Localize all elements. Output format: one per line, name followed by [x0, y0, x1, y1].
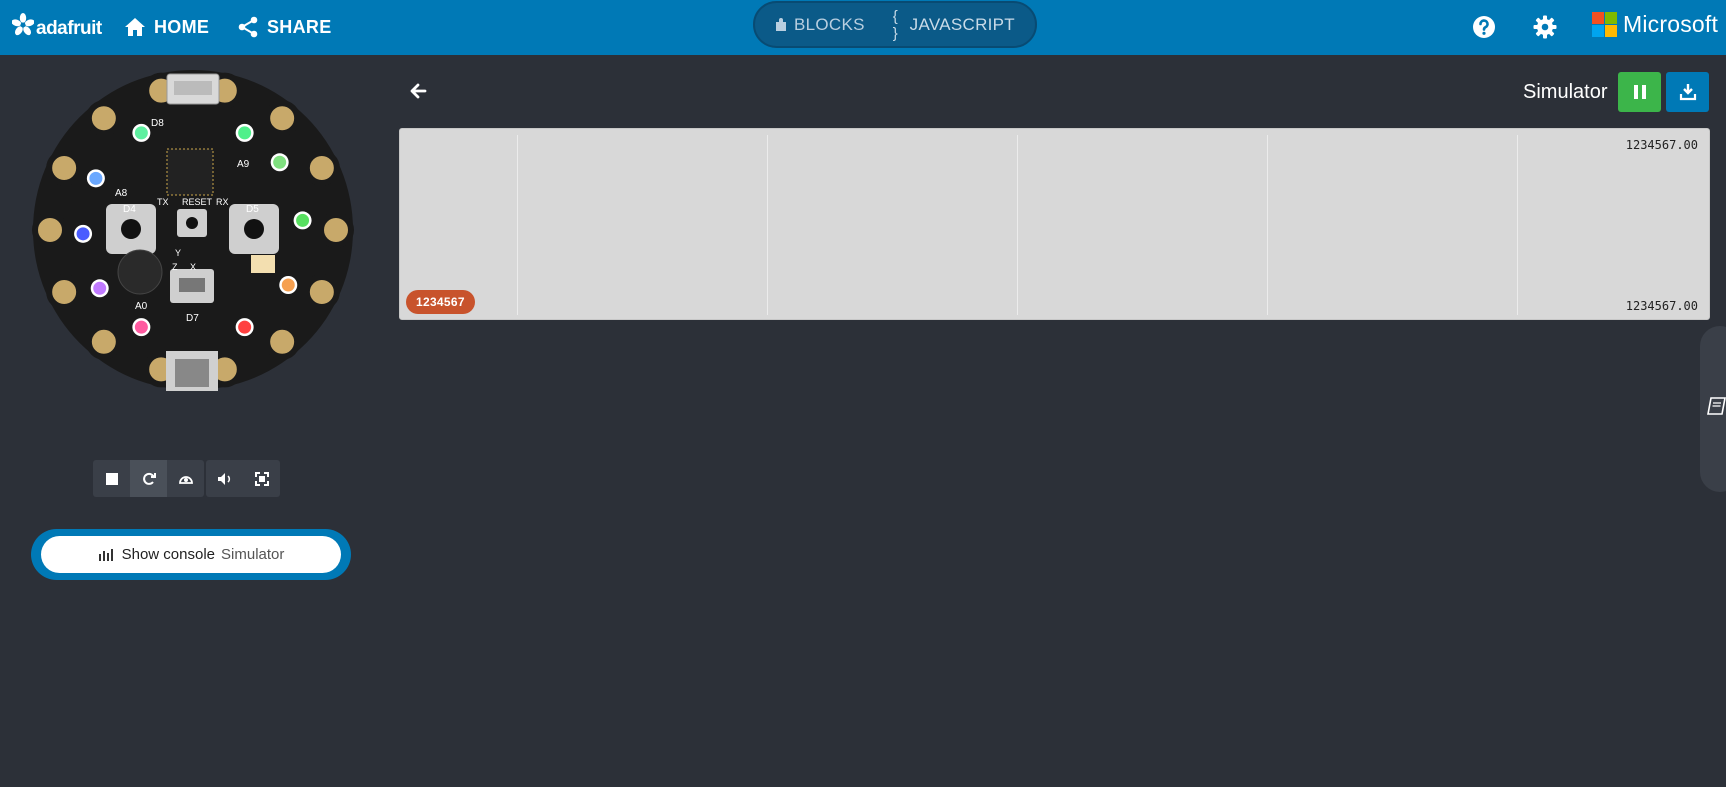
chart-gridline [1517, 135, 1518, 315]
neopixel-led-color [76, 227, 90, 241]
puzzle-icon [776, 17, 786, 31]
adafruit-flower-icon [12, 13, 34, 36]
pin-label: Z [172, 262, 178, 272]
pause-button[interactable] [1618, 72, 1661, 112]
board-pad[interactable] [46, 274, 83, 311]
fullscreen-button[interactable] [243, 460, 280, 497]
chart-gridline [1017, 135, 1018, 315]
serial-chart: 1234567.00 1234567.00 1234567 [399, 128, 1710, 320]
neopixel-led-color [273, 155, 287, 169]
tab-javascript[interactable]: { } JAVASCRIPT [879, 6, 1029, 43]
home-button[interactable]: HOME [124, 12, 209, 42]
neopixel-led-color [238, 320, 252, 334]
tab-blocks[interactable]: BLOCKS [761, 6, 879, 43]
chart-max-value: 1234567.00 [1625, 138, 1698, 152]
microsoft-wordmark: Microsoft [1623, 11, 1719, 37]
simulator-toolbar [93, 460, 280, 497]
slow-motion-button[interactable] [167, 460, 204, 497]
help-icon [1473, 16, 1495, 38]
stop-icon [105, 472, 118, 485]
editor-tab-group: BLOCKS { } JAVASCRIPT [753, 1, 1037, 48]
pause-icon [1633, 85, 1646, 99]
brand-wordmark: adafruit [36, 18, 102, 39]
show-console-sublabel: Simulator [221, 546, 285, 563]
pin-label: D8 [151, 118, 164, 129]
stop-button[interactable] [93, 460, 130, 497]
download-button[interactable] [1666, 72, 1709, 112]
pin-label: X [190, 262, 196, 272]
chart-gridline [1267, 135, 1268, 315]
pin-label: D7 [186, 313, 199, 324]
neopixel-led-color [281, 278, 295, 292]
brand-logo[interactable]: adafruit [12, 10, 102, 40]
board-pad[interactable] [46, 149, 83, 186]
slow-motion-icon [178, 476, 193, 484]
help-button[interactable] [1469, 12, 1499, 42]
tab-javascript-label: JAVASCRIPT [909, 14, 1015, 34]
circuit-playground-board[interactable]: D8 A8 D4 D5 RESET TX RX A0 D7 A9 Y X Z [32, 69, 354, 391]
simulator-label: Simulator [1523, 81, 1608, 103]
back-button[interactable] [407, 79, 431, 103]
top-bar: adafruit HOME SHARE BLOCKS { } JAVASCRIP… [0, 0, 1726, 55]
microsoft-logo[interactable]: Microsoft [1592, 11, 1718, 38]
share-label: SHARE [267, 16, 332, 37]
restart-icon [142, 472, 156, 485]
board-pad[interactable] [264, 100, 301, 137]
fullscreen-icon [254, 471, 269, 486]
download-icon [1679, 84, 1696, 101]
board-pad[interactable] [32, 212, 68, 248]
restart-button[interactable] [130, 460, 167, 497]
settings-button[interactable] [1530, 12, 1560, 42]
neopixel-led-color [89, 171, 103, 185]
board-pad[interactable] [318, 212, 354, 248]
board-pad[interactable] [303, 149, 340, 186]
share-button[interactable]: SHARE [237, 12, 332, 42]
neopixel-led-color [296, 213, 310, 227]
series-badge[interactable]: 1234567 [406, 290, 475, 314]
neopixel-led-color [93, 281, 107, 295]
simulator-panel: D8 A8 D4 D5 RESET TX RX A0 D7 A9 Y X Z S… [0, 55, 383, 787]
chart-min-value: 1234567.00 [1625, 299, 1698, 313]
board-pad[interactable] [85, 100, 122, 137]
board-pad[interactable] [303, 274, 340, 311]
show-console-label: Show console [121, 546, 216, 563]
tab-blocks-label: BLOCKS [794, 14, 865, 34]
arrow-left-icon [410, 83, 427, 99]
mute-button[interactable] [206, 460, 243, 497]
notebook-icon [1707, 397, 1726, 415]
pin-label: A0 [135, 301, 148, 312]
neopixel-led-color [238, 126, 252, 140]
microsoft-logo-icon [1592, 12, 1617, 37]
board-pad[interactable] [264, 323, 301, 360]
pin-label: A9 [237, 159, 250, 170]
gear-icon [1533, 15, 1557, 39]
show-console-button[interactable]: Show console Simulator [41, 536, 341, 573]
pin-label: A8 [115, 188, 128, 199]
serial-editor-tab[interactable] [1700, 326, 1726, 492]
volume-icon [217, 472, 230, 485]
pin-label: D5 [246, 204, 259, 215]
pin-label: D4 [123, 204, 136, 215]
home-label: HOME [154, 16, 210, 37]
braces-icon: { } [892, 7, 899, 42]
bar-chart-icon [98, 549, 113, 561]
pin-label: Y [175, 248, 181, 258]
chart-gridline [517, 135, 518, 315]
pin-label: TX [157, 197, 169, 207]
show-console-wrapper: Show console Simulator [31, 529, 351, 580]
pin-label: RESET [182, 197, 213, 207]
neopixel-led-color [134, 320, 148, 334]
home-icon [125, 18, 145, 36]
serial-console-area: Simulator 1234567.00 1234567.00 1234567 [383, 55, 1726, 787]
share-icon [238, 16, 258, 38]
chart-gridline [767, 135, 768, 315]
neopixel-led-color [134, 126, 148, 140]
board-pad[interactable] [85, 323, 122, 360]
pin-label: RX [216, 197, 229, 207]
